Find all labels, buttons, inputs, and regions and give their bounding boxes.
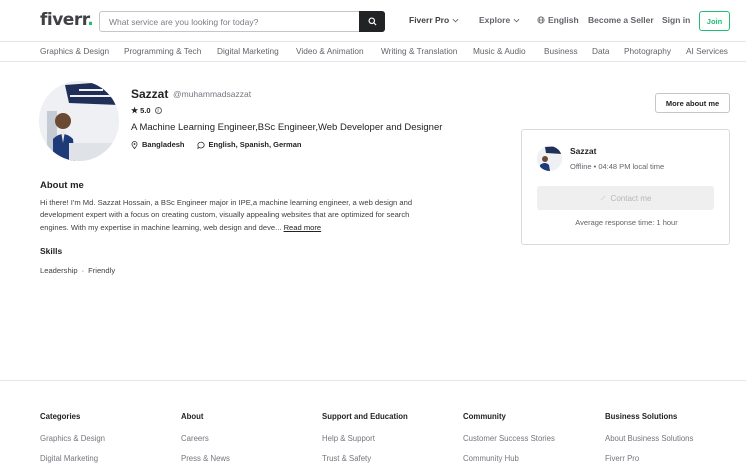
footer-column-support: Support and Education Help & Support Tru… [322, 412, 408, 463]
skills-heading: Skills [40, 246, 63, 256]
search-icon [367, 17, 377, 26]
languages-text: English, Spanish, German [208, 140, 302, 149]
about-heading: About me [40, 180, 84, 191]
footer-heading: About [181, 412, 204, 421]
footer-link[interactable]: Fiverr Pro [605, 454, 693, 463]
profile-tagline: A Machine Learning Engineer,BSc Engineer… [131, 122, 443, 133]
language-label: English [548, 15, 579, 25]
languages: English, Spanish, German [196, 140, 302, 149]
profile-avatar [39, 81, 119, 161]
response-time: Average response time: 1 hour [575, 218, 678, 227]
contact-card: Sazzat Offline • 04:48 PM local time Con… [521, 129, 730, 245]
category-business[interactable]: Business [544, 46, 578, 56]
read-more-link[interactable]: Read more [284, 223, 322, 232]
footer-link[interactable]: Digital Marketing [40, 454, 105, 463]
card-avatar [537, 146, 562, 171]
category-nav: Graphics & Design Programming & Tech Dig… [0, 41, 746, 62]
fiverr-pro-menu[interactable]: Fiverr Pro [409, 15, 459, 25]
info-icon[interactable]: i [154, 107, 162, 114]
footer-column-categories: Categories Graphics & Design Digital Mar… [40, 412, 105, 463]
skill-item: Friendly [88, 266, 116, 275]
card-seller-name: Sazzat [570, 146, 597, 156]
footer-link[interactable]: Trust & Safety [322, 454, 408, 463]
speech-bubble-icon [196, 141, 205, 149]
join-button[interactable]: Join [699, 11, 730, 31]
star-icon: ★ [131, 106, 139, 115]
footer-heading: Categories [40, 412, 81, 421]
footer-column-business: Business Solutions About Business Soluti… [605, 412, 693, 463]
contact-me-label: Contact me [610, 193, 652, 203]
chevron-down-icon [452, 18, 459, 22]
search-bar [99, 11, 385, 32]
footer-link[interactable]: Help & Support [322, 434, 408, 443]
rating-value: 5.0 [140, 106, 151, 115]
become-seller-link[interactable]: Become a Seller [588, 15, 654, 25]
footer-heading: Support and Education [322, 412, 408, 421]
profile-photo [39, 81, 119, 161]
profile-username: @muhammadsazzat [173, 89, 252, 99]
explore-menu[interactable]: Explore [479, 15, 520, 25]
location: Bangladesh [131, 140, 185, 149]
footer-link[interactable]: Graphics & Design [40, 434, 105, 443]
globe-icon [537, 16, 545, 24]
fiverr-pro-label: Fiverr Pro [409, 15, 450, 25]
contact-me-button[interactable]: Contact me [537, 186, 714, 210]
skill-item: Leadership [40, 266, 78, 275]
logo-dot: . [87, 10, 94, 30]
card-profile-photo [537, 146, 562, 171]
category-data[interactable]: Data [592, 46, 610, 56]
category-video-animation[interactable]: Video & Animation [296, 46, 364, 56]
location-text: Bangladesh [142, 140, 185, 149]
category-music-audio[interactable]: Music & Audio [473, 46, 526, 56]
footer-link[interactable]: Customer Success Stories [463, 434, 555, 443]
profile-rating: ★ 5.0 i [131, 106, 162, 115]
category-ai-services[interactable]: AI Services [686, 46, 728, 56]
footer-link[interactable]: Community Hub [463, 454, 555, 463]
footer-link[interactable]: Press & News [181, 454, 230, 463]
more-about-me-button[interactable]: More about me [655, 93, 730, 113]
explore-label: Explore [479, 15, 511, 25]
footer-column-about: About Careers Press & News [181, 412, 230, 463]
footer-heading: Community [463, 412, 506, 421]
footer-link[interactable]: About Business Solutions [605, 434, 693, 443]
fiverr-logo[interactable]: fiverr. [40, 10, 94, 30]
category-programming-tech[interactable]: Programming & Tech [124, 46, 201, 56]
send-icon [600, 195, 606, 201]
top-header: fiverr. Fiverr Pro Explore English Becom… [0, 0, 746, 41]
sign-in-link[interactable]: Sign in [662, 15, 690, 25]
chevron-down-icon [513, 18, 520, 22]
language-selector[interactable]: English [537, 15, 579, 25]
skill-separator: · [81, 266, 85, 275]
footer-heading: Business Solutions [605, 412, 678, 421]
profile-meta: Bangladesh English, Spanish, German [131, 140, 301, 149]
skills-list: Leadership · Friendly [40, 266, 115, 275]
category-digital-marketing[interactable]: Digital Marketing [217, 46, 279, 56]
footer-link[interactable]: Careers [181, 434, 230, 443]
location-pin-icon [131, 140, 138, 149]
search-button[interactable] [359, 11, 385, 32]
footer: Categories Graphics & Design Digital Mar… [0, 380, 746, 465]
about-text: Hi there! I'm Md. Sazzat Hossain, a BSc … [40, 198, 413, 232]
profile-name: Sazzat [131, 87, 169, 101]
search-input[interactable] [100, 12, 359, 31]
logo-text: fiverr [40, 10, 88, 30]
category-photography[interactable]: Photography [624, 46, 671, 56]
card-status: Offline • 04:48 PM local time [570, 162, 665, 171]
about-text-block: Hi there! I'm Md. Sazzat Hossain, a BSc … [40, 197, 440, 234]
category-graphics-design[interactable]: Graphics & Design [40, 46, 109, 56]
footer-column-community: Community Customer Success Stories Commu… [463, 412, 555, 463]
category-writing-translation[interactable]: Writing & Translation [381, 46, 457, 56]
